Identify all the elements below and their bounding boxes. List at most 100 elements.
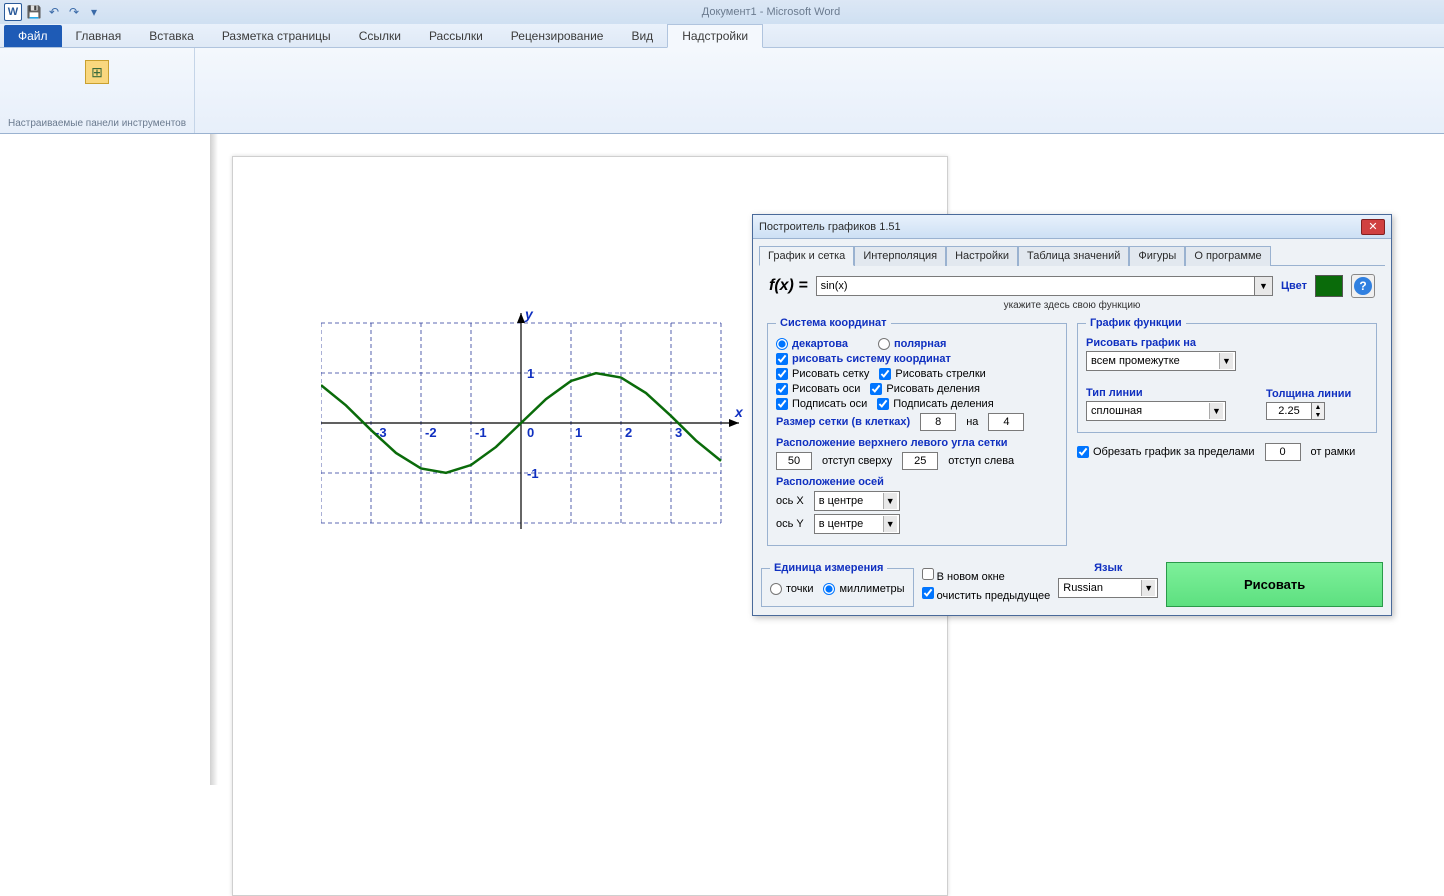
chevron-down-icon: ▼ (1209, 403, 1223, 419)
line-type-select[interactable]: сплошная▼ (1086, 401, 1226, 421)
function-input[interactable] (816, 276, 1255, 296)
offset-left-label: отступ слева (948, 455, 1014, 467)
radio-points[interactable]: точки (770, 583, 813, 595)
function-graph-fieldset: График функции Рисовать график на всем п… (1077, 317, 1377, 433)
tab-insert[interactable]: Вставка (135, 25, 208, 47)
undo-icon[interactable]: ↶ (46, 4, 62, 20)
svg-text:2: 2 (625, 425, 632, 440)
grid-width-input[interactable] (920, 413, 956, 431)
axis-x-select[interactable]: в центре▼ (814, 491, 900, 511)
ribbon-body: ⊞ Настраиваемые панели инструментов (0, 48, 1444, 134)
spinner-up-icon[interactable]: ▲ (1312, 403, 1324, 411)
dialog-footer: Единица измерения точки миллиметры В нов… (753, 554, 1391, 615)
check-clip[interactable]: Обрезать график за пределами (1077, 446, 1255, 458)
dialog-tabs: График и сетка Интерполяция Настройки Та… (753, 239, 1391, 265)
coord-legend: Система координат (776, 317, 891, 329)
function-dropdown-icon[interactable]: ▼ (1255, 276, 1273, 296)
check-draw-grid[interactable]: Рисовать сетку (776, 368, 869, 380)
color-swatch[interactable] (1315, 275, 1343, 297)
dtab-about[interactable]: О программе (1185, 246, 1270, 266)
offset-top-input[interactable] (776, 452, 812, 470)
tab-pagelayout[interactable]: Разметка страницы (208, 25, 345, 47)
plot-addin-icon[interactable]: ⊞ (85, 60, 109, 84)
grid-sep: на (966, 416, 978, 428)
tab-references[interactable]: Ссылки (345, 25, 415, 47)
units-fieldset: Единица измерения точки миллиметры (761, 562, 914, 607)
draw-button[interactable]: Рисовать (1166, 562, 1383, 607)
line-type-label: Тип линии (1086, 387, 1226, 399)
ribbon-group-custom-toolbars: ⊞ Настраиваемые панели инструментов (0, 48, 195, 133)
close-icon[interactable]: ✕ (1361, 219, 1385, 235)
radio-mm[interactable]: миллиметры (823, 583, 904, 595)
units-legend: Единица измерения (770, 562, 887, 574)
fx-input-wrap: ▼ (816, 276, 1273, 296)
thickness-stepper[interactable]: ▲▼ (1266, 402, 1351, 420)
svg-text:x: x (734, 404, 744, 420)
dtab-interpolation[interactable]: Интерполяция (854, 246, 946, 266)
fx-label: f(x) = (769, 277, 808, 295)
color-label: Цвет (1281, 280, 1307, 292)
check-draw-axes[interactable]: Рисовать оси (776, 383, 860, 395)
draw-on-label: Рисовать график на (1086, 337, 1368, 349)
offset-left-input[interactable] (902, 452, 938, 470)
help-button[interactable]: ? (1351, 274, 1375, 298)
dialog-titlebar[interactable]: Построитель графиков 1.51 ✕ (753, 215, 1391, 239)
chevron-down-icon: ▼ (883, 516, 897, 532)
check-draw-ticks[interactable]: Рисовать деления (870, 383, 980, 395)
tab-home[interactable]: Главная (62, 25, 136, 47)
check-draw-system[interactable]: рисовать систему координат (776, 353, 951, 365)
dtab-table[interactable]: Таблица значений (1018, 246, 1129, 266)
lang-label: Язык (1094, 562, 1122, 574)
axis-y-select[interactable]: в центре▼ (814, 514, 900, 534)
clip-suffix: от рамки (1311, 446, 1356, 458)
dtab-settings[interactable]: Настройки (946, 246, 1018, 266)
tab-addins[interactable]: Надстройки (667, 24, 763, 48)
word-icon[interactable]: W (4, 3, 22, 21)
ribbon-tabs: Файл Главная Вставка Разметка страницы С… (0, 24, 1444, 48)
dtab-graph-grid[interactable]: График и сетка (759, 246, 854, 266)
chevron-down-icon: ▼ (1219, 353, 1233, 369)
axis-y-label: ось Y (776, 518, 804, 530)
check-draw-arrows[interactable]: Рисовать стрелки (879, 368, 985, 380)
dialog-body: f(x) = ▼ Цвет ? укажите здесь свою функц… (759, 265, 1385, 554)
svg-text:-1: -1 (475, 425, 487, 440)
thickness-label: Толщина линии (1266, 388, 1351, 400)
check-label-ticks[interactable]: Подписать деления (877, 398, 993, 410)
function-chart: yx0-3-2-1123-11 (321, 309, 751, 539)
lang-select[interactable]: Russian▼ (1058, 578, 1158, 598)
check-label-axes[interactable]: Подписать оси (776, 398, 867, 410)
grid-pos-label: Расположение верхнего левого угла сетки (776, 437, 1058, 449)
radio-cartesian[interactable]: декартова (776, 338, 848, 350)
help-icon: ? (1354, 277, 1372, 295)
dtab-shapes[interactable]: Фигуры (1129, 246, 1185, 266)
titlebar: W 💾 ↶ ↷ ▾ Документ1 - Microsoft Word (0, 0, 1444, 24)
check-new-window[interactable]: В новом окне (922, 568, 1051, 583)
quick-access-toolbar: W 💾 ↶ ↷ ▾ (4, 3, 102, 21)
svg-text:-2: -2 (425, 425, 437, 440)
tab-file[interactable]: Файл (4, 25, 62, 47)
coord-system-fieldset: Система координат декартова полярная рис… (767, 317, 1067, 546)
grid-height-input[interactable] (988, 413, 1024, 431)
spinner-down-icon[interactable]: ▼ (1312, 411, 1324, 419)
radio-polar[interactable]: полярная (878, 338, 946, 350)
save-icon[interactable]: 💾 (26, 4, 42, 20)
ribbon-group-label: Настраиваемые панели инструментов (8, 116, 186, 131)
redo-icon[interactable]: ↷ (66, 4, 82, 20)
svg-text:0: 0 (527, 425, 534, 440)
tab-mailings[interactable]: Рассылки (415, 25, 497, 47)
svg-text:y: y (524, 309, 534, 322)
axes-pos-label: Расположение осей (776, 476, 1058, 488)
grid-size-label: Размер сетки (в клетках) (776, 416, 910, 428)
dialog-title: Построитель графиков 1.51 (759, 221, 1361, 233)
clip-value-input[interactable] (1265, 443, 1301, 461)
chevron-down-icon: ▼ (883, 493, 897, 509)
function-hint: укажите здесь свою функцию (763, 300, 1381, 311)
tab-view[interactable]: Вид (617, 25, 667, 47)
qat-dropdown-icon[interactable]: ▾ (86, 4, 102, 20)
svg-text:-1: -1 (527, 466, 539, 481)
window-title: Документ1 - Microsoft Word (102, 6, 1440, 18)
svg-text:1: 1 (575, 425, 582, 440)
tab-review[interactable]: Рецензирование (497, 25, 618, 47)
draw-on-select[interactable]: всем промежутке▼ (1086, 351, 1236, 371)
check-clear-prev[interactable]: очистить предыдущее (922, 587, 1051, 602)
